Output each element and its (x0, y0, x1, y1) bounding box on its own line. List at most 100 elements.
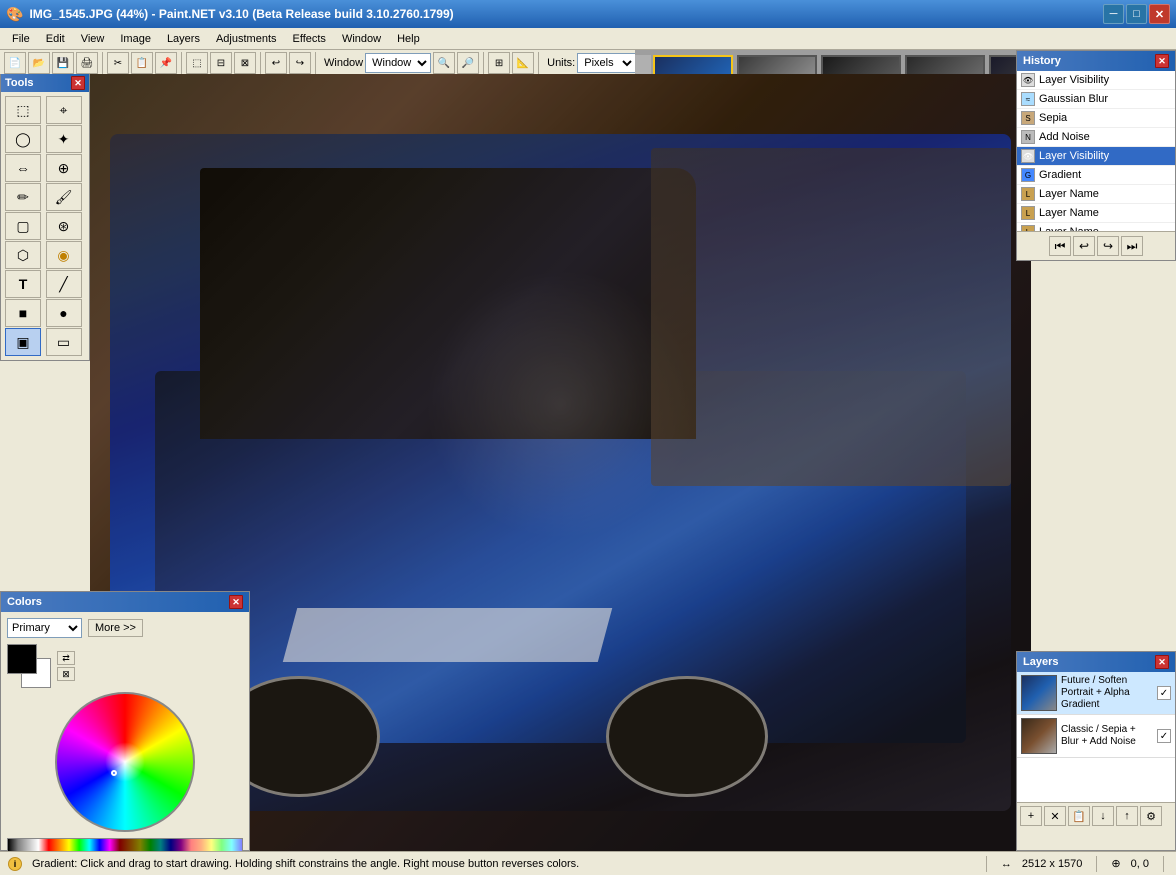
history-item-5[interactable]: G Gradient (1017, 166, 1175, 185)
tool-gradient[interactable]: ▣ (5, 328, 41, 356)
history-undo[interactable]: ↩ (1073, 236, 1095, 256)
more-colors-button[interactable]: More >> (88, 619, 143, 637)
history-item-1[interactable]: ≈ Gaussian Blur (1017, 90, 1175, 109)
toolbar-deselect[interactable]: ⊟ (210, 52, 232, 74)
tool-pencil[interactable]: ✏ (5, 183, 41, 211)
toolbar-new[interactable]: 📄 (4, 52, 26, 74)
layer-item-1[interactable]: Classic / Sepia + Blur + Add Noise ✓ (1017, 715, 1175, 758)
color-mode-dropdown[interactable]: Primary Secondary (7, 618, 82, 638)
tool-rectangle[interactable]: ■ (5, 299, 41, 327)
status-message: Gradient: Click and drag to start drawin… (32, 858, 972, 870)
layer-check-1[interactable]: ✓ (1157, 729, 1171, 743)
menu-image[interactable]: Image (112, 31, 159, 47)
layer-thumbnail-0 (1021, 675, 1057, 711)
history-label-6: Layer Name (1039, 188, 1099, 200)
history-item-8[interactable]: L Layer Name (1017, 223, 1175, 231)
layer-move-up[interactable]: ↑ (1116, 806, 1138, 826)
layer-item-0[interactable]: Future / Soften Portrait + Alpha Gradien… (1017, 672, 1175, 715)
layer-merge-down[interactable]: ↓ (1092, 806, 1114, 826)
primary-color-swatch[interactable] (7, 644, 37, 674)
tool-ellipse[interactable]: ◯ (5, 125, 41, 153)
app-icon: 🎨 (6, 6, 23, 23)
toolbar-save[interactable]: 💾 (52, 52, 74, 74)
toolbar-window-label: Window (324, 57, 363, 69)
toolbar-copy[interactable]: 📋 (131, 52, 153, 74)
history-redo[interactable]: ↪ (1097, 236, 1119, 256)
history-panel: History ✕ 👁 Layer Visibility ≈ Gaussian … (1016, 50, 1176, 261)
history-label-1: Gaussian Blur (1039, 93, 1108, 105)
history-close[interactable]: ✕ (1155, 54, 1169, 68)
history-label-0: Layer Visibility (1039, 74, 1109, 86)
toolbar-grid[interactable]: ⊞ (488, 52, 510, 74)
color-wheel-center (105, 742, 145, 782)
maximize-button[interactable]: □ (1126, 4, 1147, 24)
reset-colors-button[interactable]: ⊠ (57, 667, 75, 681)
history-first[interactable]: ⏮ (1049, 236, 1071, 256)
toolbar-zoom-in[interactable]: 🔍 (433, 52, 455, 74)
swap-colors-button[interactable]: ⇄ (57, 651, 75, 665)
status-coordinates: 0, 0 (1131, 858, 1149, 870)
history-item-2[interactable]: S Sepia (1017, 109, 1175, 128)
history-list[interactable]: 👁 Layer Visibility ≈ Gaussian Blur S Sep… (1017, 71, 1175, 231)
history-last[interactable]: ⏭ (1121, 236, 1143, 256)
toolbar-open[interactable]: 📂 (28, 52, 50, 74)
menu-effects[interactable]: Effects (285, 31, 334, 47)
layers-close[interactable]: ✕ (1155, 655, 1169, 669)
toolbar-undo[interactable]: ↩ (265, 52, 287, 74)
toolbar-redo[interactable]: ↪ (289, 52, 311, 74)
tool-text[interactable]: T (5, 270, 41, 298)
units-label: Units: (547, 57, 575, 69)
layer-duplicate[interactable]: 📋 (1068, 806, 1090, 826)
history-label-8: Layer Name (1039, 226, 1099, 231)
tools-grid: ⬚ ⌖ ◯ ✦ ⇔ ⊕ ✏ 🖌 ▢ ⊛ ⬡ ◉ T ╱ ■ ● ▣ ▭ (1, 92, 89, 360)
toolbar-rulers[interactable]: 📐 (512, 52, 534, 74)
toolbar-invert[interactable]: ⊠ (234, 52, 256, 74)
units-dropdown[interactable]: Pixels Inches cm (577, 53, 636, 73)
layers-panel: Layers ✕ Future / Soften Portrait + Alph… (1016, 651, 1176, 851)
tool-recolor[interactable]: ⬡ (5, 241, 41, 269)
menu-file[interactable]: File (4, 31, 38, 47)
tool-line[interactable]: ╱ (46, 270, 82, 298)
menu-help[interactable]: Help (389, 31, 428, 47)
toolbar-select-all[interactable]: ⬚ (186, 52, 208, 74)
color-wheel-container[interactable] (55, 692, 195, 832)
tool-rect-select[interactable]: ⬚ (5, 96, 41, 124)
menu-adjustments[interactable]: Adjustments (208, 31, 285, 47)
layer-add[interactable]: + (1020, 806, 1042, 826)
menu-layers[interactable]: Layers (159, 31, 208, 47)
toolbar-zoom-out[interactable]: 🔎 (457, 52, 479, 74)
tool-move-selection[interactable]: ⇔ (5, 154, 41, 182)
tool-eraser[interactable]: ▢ (5, 212, 41, 240)
tool-ellipse-shape[interactable]: ● (46, 299, 82, 327)
toolbar-cut[interactable]: ✂ (107, 52, 129, 74)
history-item-4[interactable]: 👁 Layer Visibility (1017, 147, 1175, 166)
colors-close[interactable]: ✕ (229, 595, 243, 609)
layer-check-0[interactable]: ✓ (1157, 686, 1171, 700)
layer-properties[interactable]: ⚙ (1140, 806, 1162, 826)
window-title: IMG_1545.JPG (44%) - Paint.NET v3.10 (Be… (29, 7, 453, 21)
menu-window[interactable]: Window (334, 31, 389, 47)
history-item-6[interactable]: L Layer Name (1017, 185, 1175, 204)
tool-magic-wand[interactable]: ✦ (46, 125, 82, 153)
tool-zoom[interactable]: ⊕ (46, 154, 82, 182)
history-icon-3: N (1021, 130, 1035, 144)
tool-paint-bucket[interactable]: ◉ (46, 241, 82, 269)
toolbar-window-dropdown[interactable]: Window (365, 53, 431, 73)
minimize-button[interactable]: ─ (1103, 4, 1124, 24)
menu-view[interactable]: View (73, 31, 113, 47)
history-icon-5: G (1021, 168, 1035, 182)
tool-clone-stamp[interactable]: ⊛ (46, 212, 82, 240)
tools-close[interactable]: ✕ (71, 76, 85, 90)
menu-edit[interactable]: Edit (38, 31, 73, 47)
tool-rounded-rect[interactable]: ▭ (46, 328, 82, 356)
history-item-0[interactable]: 👁 Layer Visibility (1017, 71, 1175, 90)
history-item-3[interactable]: N Add Noise (1017, 128, 1175, 147)
layers-header: Layers ✕ (1017, 652, 1175, 672)
toolbar-paste[interactable]: 📌 (155, 52, 177, 74)
tool-paintbrush[interactable]: 🖌 (46, 183, 82, 211)
tool-lasso[interactable]: ⌖ (46, 96, 82, 124)
close-button[interactable]: ✕ (1149, 4, 1170, 24)
history-item-7[interactable]: L Layer Name (1017, 204, 1175, 223)
toolbar-print[interactable]: 🖨 (76, 52, 98, 74)
layer-delete[interactable]: ✕ (1044, 806, 1066, 826)
